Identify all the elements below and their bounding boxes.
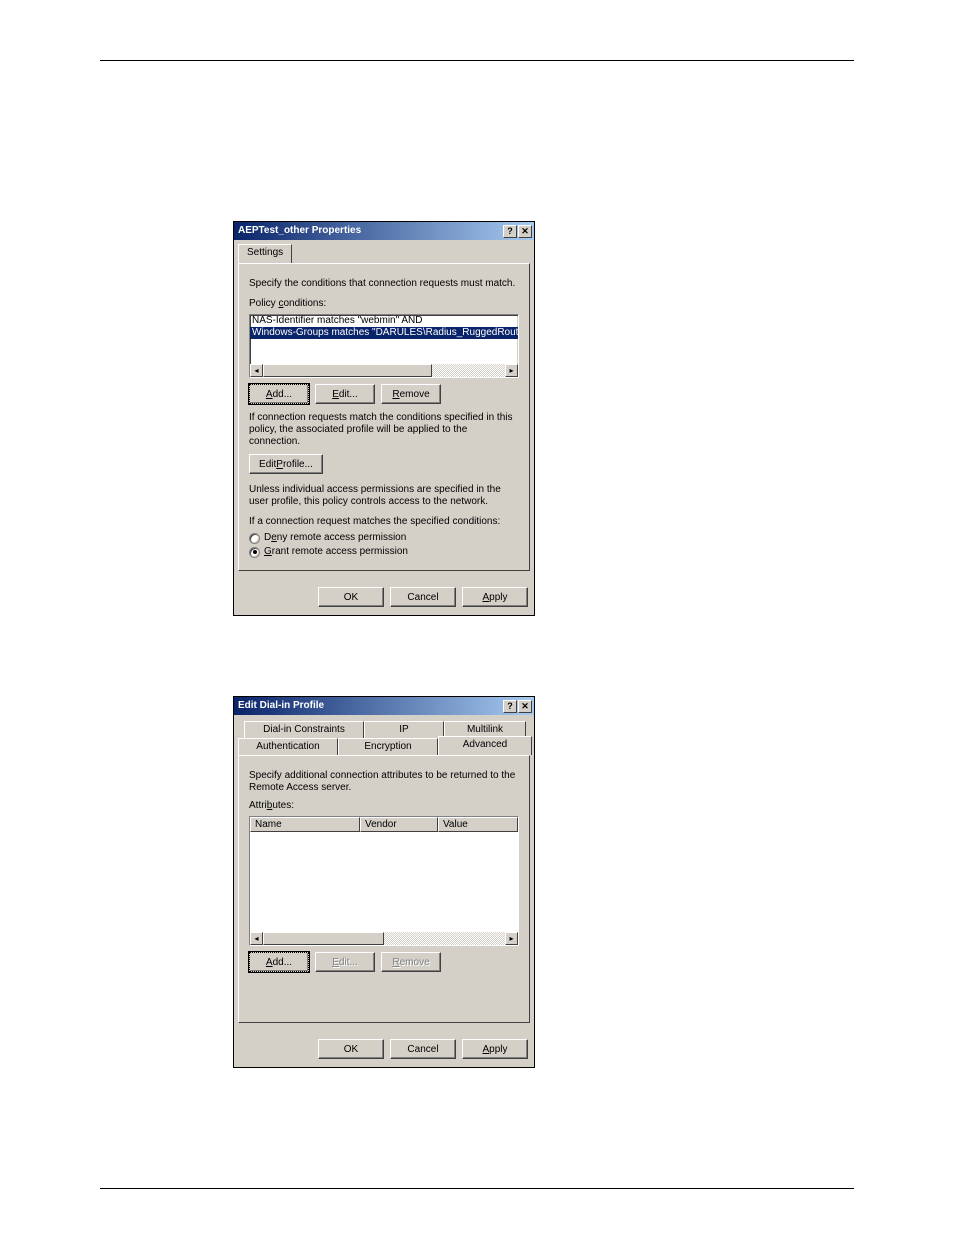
apply-button[interactable]: Apply xyxy=(462,587,528,607)
attributes-listview[interactable]: Name Vendor Value ◂ ▸ xyxy=(249,816,519,946)
tab-dialin-constraints[interactable]: Dial-in Constraints xyxy=(244,721,364,738)
add-button[interactable]: Add... xyxy=(249,384,309,404)
tabstrip: Dial-in Constraints IP Multilink Authent… xyxy=(238,721,530,755)
tabstrip: Settings xyxy=(238,246,530,263)
edit-profile-button[interactable]: Edit Profile... xyxy=(249,454,323,474)
cancel-button[interactable]: Cancel xyxy=(390,587,456,607)
attributes-label: Attributes: xyxy=(249,800,519,812)
window-title: Edit Dial-in Profile xyxy=(238,700,502,712)
tab-label: Dial-in Constraints xyxy=(263,724,345,735)
tab-label: Encryption xyxy=(364,741,411,752)
tab-label: Advanced xyxy=(463,739,507,750)
edit-button: Edit... xyxy=(315,952,375,972)
edit-dialin-profile-dialog: Edit Dial-in Profile ? ✕ Dial-in Constra… xyxy=(233,696,535,1068)
add-button[interactable]: Add... xyxy=(249,952,309,972)
bottom-rule xyxy=(100,1188,854,1189)
scroll-thumb[interactable] xyxy=(263,364,432,377)
unless-text: Unless individual access permissions are… xyxy=(249,484,519,508)
tab-panel-settings: Specify the conditions that connection r… xyxy=(238,263,530,571)
list-item[interactable]: NAS-Identifier matches "webmin" AND xyxy=(250,315,518,327)
scroll-thumb[interactable] xyxy=(263,932,384,945)
help-icon[interactable]: ? xyxy=(503,225,517,238)
ok-button[interactable]: OK xyxy=(318,587,384,607)
if-match-text: If a connection request matches the spec… xyxy=(249,516,519,528)
radio-deny[interactable]: Deny remote access permission xyxy=(249,532,519,544)
apply-button[interactable]: Apply xyxy=(462,1039,528,1059)
column-value[interactable]: Value xyxy=(438,817,518,832)
close-icon[interactable]: ✕ xyxy=(518,225,532,238)
remove-button[interactable]: Remove xyxy=(381,384,441,404)
condition-buttons: Add... Edit... Remove xyxy=(249,384,519,404)
scroll-left-icon[interactable]: ◂ xyxy=(250,932,263,945)
edit-button[interactable]: Edit... xyxy=(315,384,375,404)
specify-conditions-text: Specify the conditions that connection r… xyxy=(249,278,519,290)
tab-label: Authentication xyxy=(256,741,319,752)
tab-settings[interactable]: Settings xyxy=(238,244,292,263)
close-icon[interactable]: ✕ xyxy=(518,700,532,713)
column-name[interactable]: Name xyxy=(250,817,360,832)
match-text: If connection requests match the conditi… xyxy=(249,412,519,448)
cancel-button[interactable]: Cancel xyxy=(390,1039,456,1059)
dialog-buttons: OK Cancel Apply xyxy=(234,1033,534,1067)
top-rule xyxy=(100,60,854,61)
policy-conditions-label: Policy conditions: xyxy=(249,298,519,310)
specify-additional-text: Specify additional connection attributes… xyxy=(249,770,519,794)
tab-authentication[interactable]: Authentication xyxy=(238,738,338,755)
radio-grant[interactable]: Grant remote access permission xyxy=(249,546,519,558)
titlebar[interactable]: AEPTest_other Properties ? ✕ xyxy=(234,222,534,240)
tab-label: Settings xyxy=(247,247,283,258)
radio-icon xyxy=(249,533,260,544)
radio-label: Grant remote access permission xyxy=(264,546,408,558)
policy-conditions-list[interactable]: NAS-Identifier matches "webmin" AND Wind… xyxy=(249,314,519,378)
remove-button: Remove xyxy=(381,952,441,972)
window-title: AEPTest_other Properties xyxy=(238,225,502,237)
radio-icon xyxy=(249,547,260,558)
scroll-right-icon[interactable]: ▸ xyxy=(505,932,518,945)
tab-encryption[interactable]: Encryption xyxy=(338,738,438,755)
horizontal-scrollbar[interactable]: ◂ ▸ xyxy=(250,932,518,945)
scroll-left-icon[interactable]: ◂ xyxy=(250,364,263,377)
titlebar[interactable]: Edit Dial-in Profile ? ✕ xyxy=(234,697,534,715)
listview-header: Name Vendor Value xyxy=(250,817,518,832)
properties-dialog: AEPTest_other Properties ? ✕ Settings Sp… xyxy=(233,221,535,616)
list-item[interactable]: Windows-Groups matches "DARULES\Radius_R… xyxy=(250,327,518,339)
help-icon[interactable]: ? xyxy=(503,700,517,713)
tab-ip[interactable]: IP xyxy=(364,721,444,738)
tab-panel-advanced: Specify additional connection attributes… xyxy=(238,755,530,1023)
ok-button[interactable]: OK xyxy=(318,1039,384,1059)
tab-label: IP xyxy=(399,724,408,735)
radio-label: Deny remote access permission xyxy=(264,532,406,544)
dialog-buttons: OK Cancel Apply xyxy=(234,581,534,615)
column-vendor[interactable]: Vendor xyxy=(360,817,438,832)
horizontal-scrollbar[interactable]: ◂ ▸ xyxy=(250,364,518,377)
listview-body[interactable] xyxy=(250,832,518,932)
tab-label: Multilink xyxy=(467,724,503,735)
tab-advanced[interactable]: Advanced xyxy=(438,736,532,755)
attribute-buttons: Add... Edit... Remove xyxy=(249,952,519,972)
scroll-right-icon[interactable]: ▸ xyxy=(505,364,518,377)
